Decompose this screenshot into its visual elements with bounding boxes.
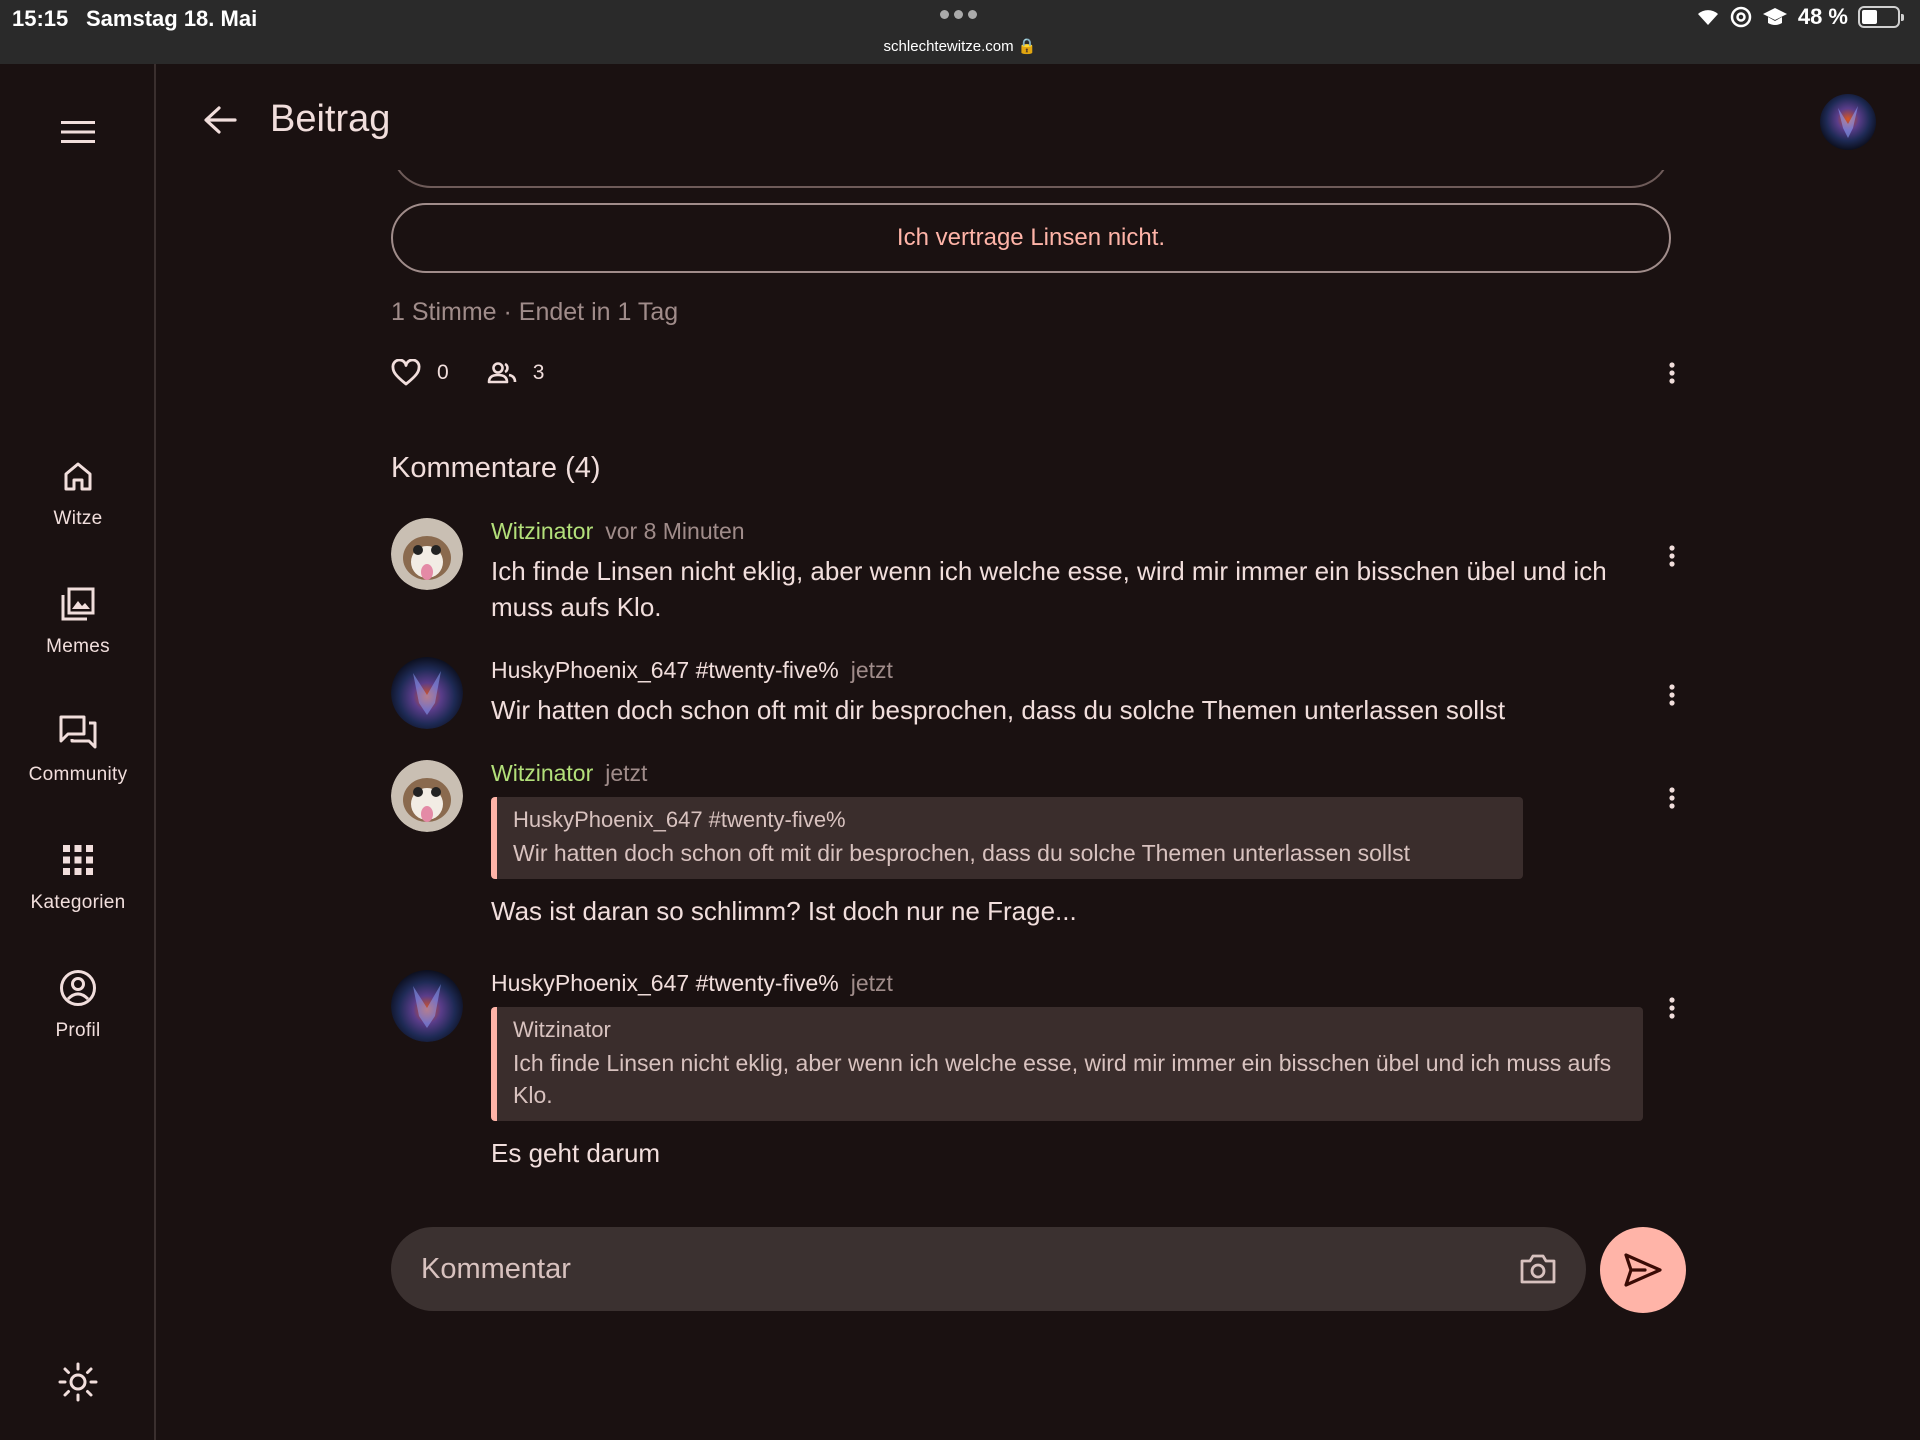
more-vert-icon [1669,362,1675,384]
camera-icon [1520,1254,1556,1284]
home-icon [50,448,106,504]
status-bar: 15:15 Samstag 18. Mai schlechtewitze.com… [0,0,1920,64]
comment-input[interactable] [421,1227,1471,1311]
forum-icon [50,704,106,760]
comment-body: HuskyPhoenix_647 #twenty-five% jetzt Wir … [491,657,1691,728]
participant-count: 3 [532,361,545,384]
comment-more-button[interactable] [1660,988,1684,1028]
send-icon [1624,1253,1662,1287]
comment-time: jetzt [605,760,648,786]
quote-author: HuskyPhoenix_647 #twenty-five% [513,807,846,832]
nav-item-community[interactable]: Community [0,704,156,786]
poll-option-previous[interactable] [391,170,1671,188]
more-vert-icon [1669,545,1675,567]
nav-label: Kategorien [30,892,126,913]
comment-text: Ich finde Linsen nicht eklig, aber wenn … [491,556,1607,622]
arrow-back-icon [204,106,237,134]
user-avatar[interactable] [1820,94,1876,150]
poll-option-label: Ich vertrage Linsen nicht. [896,224,1166,251]
quoted-comment[interactable]: HuskyPhoenix_647 #twenty-five% Wir hatte… [491,797,1523,879]
at-sign-icon [1730,6,1752,28]
comment-time: jetzt [850,970,893,996]
comment-body: Witzinator jetzt HuskyPhoenix_647 #twenty… [491,760,1691,929]
apps-grid-icon [50,832,106,888]
hamburger-menu-icon [61,121,95,143]
more-vert-icon [1669,997,1675,1019]
like-count: 0 [437,361,449,384]
comment-header: HuskyPhoenix_647 #twenty-five% jetzt [491,657,1691,684]
wifi-icon [1697,10,1718,25]
poll-option[interactable]: Ich vertrage Linsen nicht. [391,203,1671,273]
comment-author[interactable]: Witzinator [491,518,593,544]
more-vert-icon [1669,787,1675,809]
comment-body: Witzinator vor 8 Minuten Ich finde Linsen… [491,518,1691,625]
status-indicators: 48 % [1696,4,1904,30]
comment-composer [391,1227,1586,1311]
comment-more-button[interactable] [1660,536,1684,576]
nav-item-profil[interactable]: Profil [0,960,156,1042]
nav-item-kategorien[interactable]: Kategorien [0,832,156,914]
comment-text: Es geht darum [491,1138,661,1168]
comment-author[interactable]: HuskyPhoenix_647 #twenty-five% [491,657,839,683]
nav-item-witze[interactable]: Witze [0,448,156,530]
comment-avatar[interactable] [391,518,463,590]
comment-item: Witzinator vor 8 Minuten Ich finde Linsen… [391,518,1691,628]
battery-percent: 48 % [1797,4,1848,29]
poll-meta: 1 Stimme · Endet in 1 Tag [391,298,679,326]
send-button[interactable] [1600,1227,1686,1313]
comment-avatar[interactable] [391,970,463,1042]
comment-item: HuskyPhoenix_647 #twenty-five% jetzt Witz… [391,970,1691,1190]
comment-text: Wir hatten doch schon oft mit dir bespro… [491,695,1506,725]
comment-body: HuskyPhoenix_647 #twenty-five% jetzt Witz… [491,970,1691,1171]
page-title: Beitrag [270,98,391,140]
back-button[interactable] [196,96,244,144]
comment-header: Witzinator jetzt [491,760,1691,787]
battery-icon [1858,6,1904,28]
comment-more-button[interactable] [1660,778,1684,818]
comment-header: HuskyPhoenix_647 #twenty-five% jetzt [491,970,1691,997]
more-vert-icon [1669,684,1675,706]
gallery-icon [50,576,106,632]
participants-button[interactable]: 3 [487,361,545,385]
graduation-cap-icon [1762,8,1787,25]
people-icon [487,362,516,384]
address-bar[interactable]: schlechtewitze.com 🔒 [0,37,1920,55]
comment-avatar[interactable] [391,657,463,729]
comment-header: Witzinator vor 8 Minuten [491,518,1691,545]
comment-author[interactable]: Witzinator [491,760,593,786]
sun-icon [58,1362,98,1402]
like-button[interactable]: 0 [391,359,449,387]
account-circle-icon [50,960,106,1016]
quote-author: Witzinator [513,1017,611,1042]
camera-button[interactable] [1514,1245,1562,1293]
quote-text: Ich finde Linsen nicht eklig, aber wenn … [513,1050,1612,1108]
comment-author[interactable]: HuskyPhoenix_647 #twenty-five% [491,970,839,996]
post-actions: 0 3 [391,356,582,390]
comment-time: vor 8 Minuten [605,518,745,544]
quote-text: Wir hatten doch schon oft mit dir bespro… [513,840,1411,866]
nav-label: Witze [53,508,103,529]
nav-label: Memes [46,636,110,657]
theme-toggle-button[interactable] [50,1354,106,1410]
multitasking-dots-icon[interactable] [940,10,980,20]
comment-avatar[interactable] [391,760,463,832]
nav-label: Profil [55,1020,101,1041]
status-date: Samstag 18. Mai [86,6,258,31]
comment-item: HuskyPhoenix_647 #twenty-five% jetzt Wir … [391,657,1691,737]
quoted-comment[interactable]: Witzinator Ich finde Linsen nicht eklig,… [491,1007,1643,1121]
navigation-rail: Witze Memes Community Kategorien Profil [0,64,156,1440]
comment-time: jetzt [850,657,893,683]
nav-item-memes[interactable]: Memes [0,576,156,658]
nav-label: Community [28,764,128,785]
comment-item: Witzinator jetzt HuskyPhoenix_647 #twenty… [391,760,1691,950]
comments-title: Kommentare (4) [391,452,601,484]
heart-icon [391,359,421,386]
comment-more-button[interactable] [1660,675,1684,715]
post-more-button[interactable] [1660,353,1684,393]
menu-button[interactable] [50,104,106,160]
comment-text: Was ist daran so schlimm? Ist doch nur n… [491,896,1077,926]
status-time: 15:15 [12,6,69,31]
